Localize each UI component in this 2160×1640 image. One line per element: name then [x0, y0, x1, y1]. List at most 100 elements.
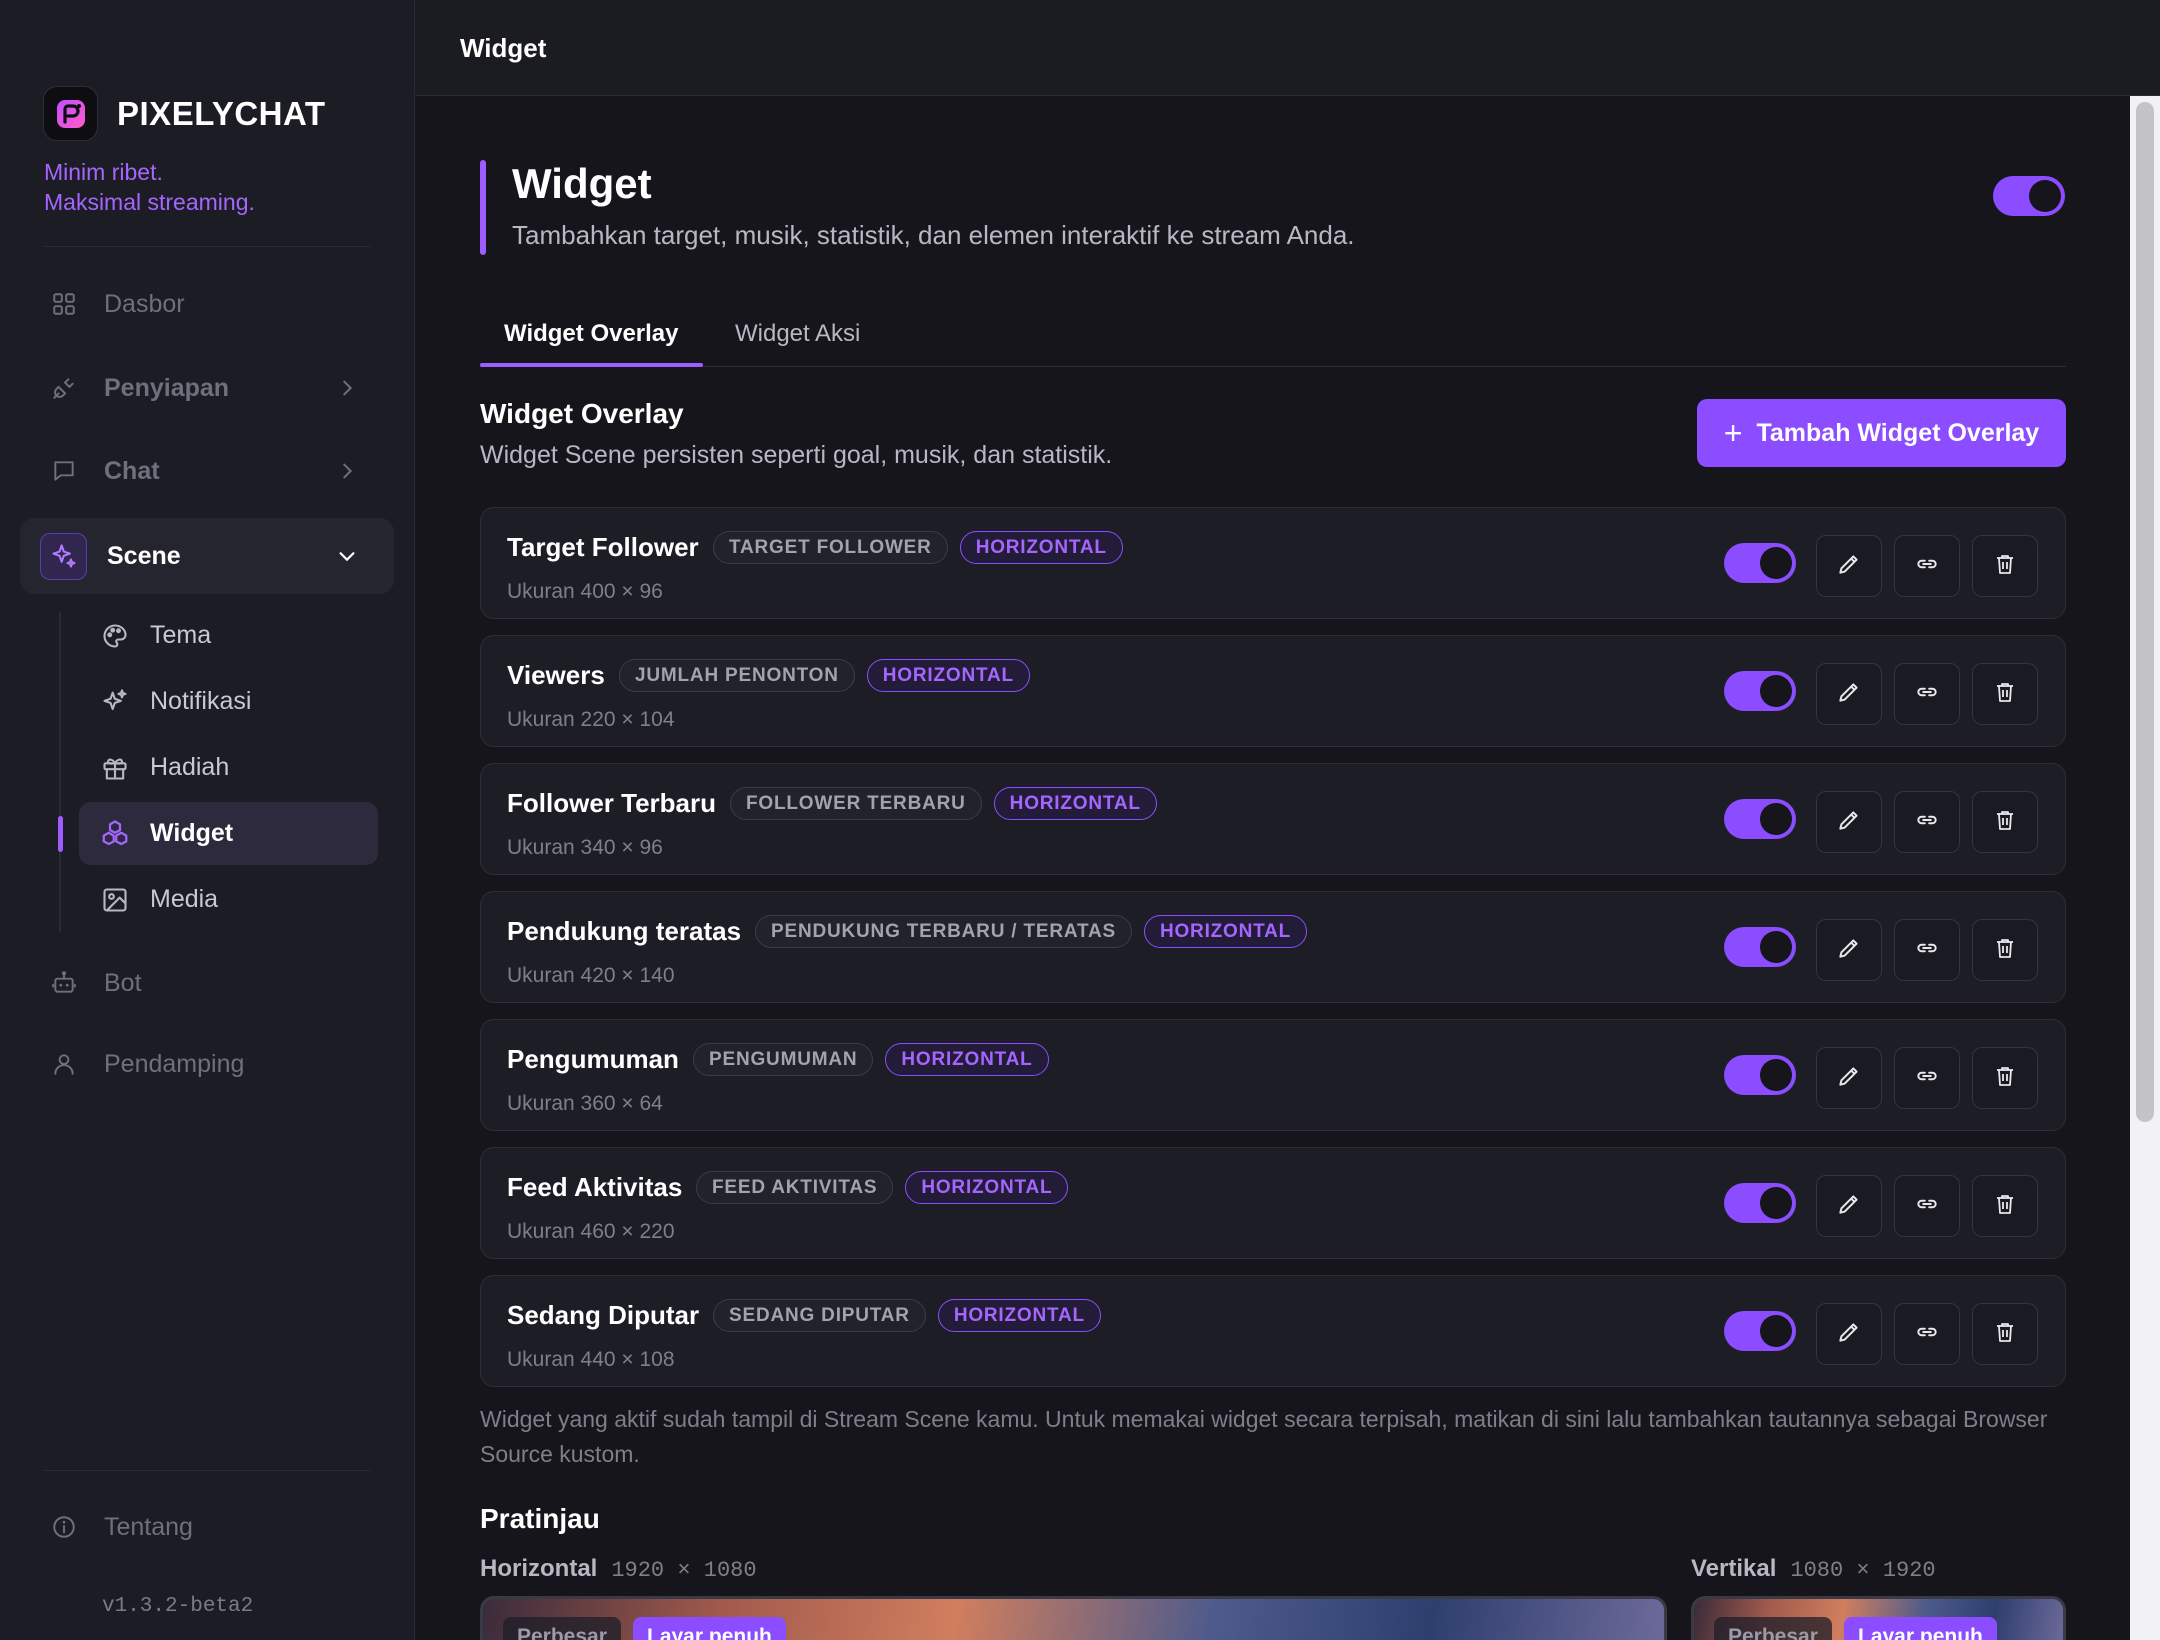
page-title: Widget — [512, 160, 652, 207]
grid-icon — [50, 290, 78, 318]
delete-widget-button[interactable] — [1972, 535, 2038, 597]
edit-widget-button[interactable] — [1816, 663, 1882, 725]
add-widget-overlay-button[interactable]: + Tambah Widget Overlay — [1697, 399, 2066, 467]
edit-widget-button[interactable] — [1816, 1047, 1882, 1109]
copy-link-button[interactable] — [1894, 1047, 1960, 1109]
tab-bar: Widget Overlay Widget Aksi — [480, 305, 2066, 367]
widget-size: Ukuran 360 × 64 — [507, 1092, 663, 1115]
widgets-master-toggle[interactable] — [1993, 176, 2065, 216]
page-title-accent — [480, 160, 486, 255]
widget-orientation-badge: HORIZONTAL — [937, 1299, 1101, 1332]
preview-horizontal-label: Horizontal 1920 × 1080 — [480, 1555, 757, 1583]
widget-name: Feed Aktivitas — [507, 1172, 683, 1202]
sidebar-item-penyiapan[interactable]: Penyiapan — [20, 350, 394, 426]
widget-tags: FOLLOWER TERBARU HORIZONTAL — [730, 787, 1157, 820]
widget-type-badge: PENDUKUNG TERBARU / TERATAS — [755, 915, 1132, 948]
tagline-line-1: Minim ribet. — [44, 159, 163, 185]
copy-link-button[interactable] — [1894, 791, 1960, 853]
widget-orientation-badge: HORIZONTAL — [885, 1043, 1049, 1076]
edit-widget-button[interactable] — [1816, 791, 1882, 853]
pencil-icon — [1836, 807, 1862, 838]
page-subtitle: Tambahkan target, musik, statistik, dan … — [512, 220, 1355, 250]
app-tagline: Minim ribet. Maksimal streaming. — [44, 157, 255, 217]
copy-link-button[interactable] — [1894, 919, 1960, 981]
widget-enable-toggle[interactable] — [1724, 671, 1796, 711]
sidebar-item-chat[interactable]: Chat — [20, 433, 394, 509]
sidebar-subitem-widget[interactable]: Widget — [79, 802, 378, 865]
edit-widget-button[interactable] — [1816, 535, 1882, 597]
widget-tags: FEED AKTIVITAS HORIZONTAL — [696, 1171, 1069, 1204]
preview-horizontal-name: Horizontal — [480, 1555, 598, 1582]
widget-enable-toggle[interactable] — [1724, 1311, 1796, 1351]
chevron-down-icon — [339, 552, 355, 562]
pencil-icon — [1836, 1191, 1862, 1222]
plug-icon — [50, 374, 78, 402]
preview-horizontal-frame[interactable]: Perbesar Layar penuh — [480, 1596, 1667, 1640]
delete-widget-button[interactable] — [1972, 1303, 2038, 1365]
sidebar-subitem-label: Notifikasi — [150, 687, 252, 715]
sidebar-item-tentang[interactable]: Tentang — [20, 1489, 394, 1565]
trash-icon — [1993, 680, 2017, 709]
widget-orientation-badge: HORIZONTAL — [1143, 915, 1308, 948]
preview-zoom-button[interactable]: Perbesar — [503, 1617, 621, 1640]
topbar-title: Widget — [460, 33, 547, 63]
sidebar-subitem-tema[interactable]: Tema — [79, 604, 378, 667]
link-icon — [1914, 935, 1940, 966]
link-icon — [1914, 1319, 1940, 1350]
delete-widget-button[interactable] — [1972, 1175, 2038, 1237]
widget-type-badge: SEDANG DIPUTAR — [713, 1299, 926, 1332]
bot-icon — [50, 969, 78, 997]
tab-widget-aksi[interactable]: Widget Aksi — [735, 320, 860, 348]
widget-size: Ukuran 400 × 96 — [507, 580, 663, 603]
copy-link-button[interactable] — [1894, 1175, 1960, 1237]
copy-link-button[interactable] — [1894, 1303, 1960, 1365]
brand[interactable]: PIXELYCHAT — [43, 86, 326, 141]
widget-tags: JUMLAH PENONTON HORIZONTAL — [619, 659, 1030, 692]
copy-link-button[interactable] — [1894, 535, 1960, 597]
tab-widget-overlay[interactable]: Widget Overlay — [504, 320, 679, 348]
edit-widget-button[interactable] — [1816, 919, 1882, 981]
widget-enable-toggle[interactable] — [1724, 1183, 1796, 1223]
trash-icon — [1993, 1192, 2017, 1221]
sidebar-item-label: Scene — [107, 541, 181, 570]
gift-icon — [100, 753, 130, 783]
link-icon — [1914, 807, 1940, 838]
widget-name: Target Follower — [507, 532, 699, 562]
sidebar-item-dasbor[interactable]: Dasbor — [20, 266, 394, 342]
sidebar-subitem-hadiah[interactable]: Hadiah — [79, 736, 378, 799]
widget-size: Ukuran 420 × 140 — [507, 964, 675, 987]
copy-link-button[interactable] — [1894, 663, 1960, 725]
trash-icon — [1993, 1064, 2017, 1093]
trash-icon — [1993, 1320, 2017, 1349]
sidebar-subitem-notifikasi[interactable]: Notifikasi — [79, 670, 378, 733]
preview-fullscreen-button[interactable]: Layar penuh — [1844, 1617, 1997, 1640]
widget-row: Follower Terbaru FOLLOWER TERBARU HORIZONT… — [480, 763, 2066, 875]
delete-widget-button[interactable] — [1972, 791, 2038, 853]
delete-widget-button[interactable] — [1972, 1047, 2038, 1109]
preview-vertical-frame[interactable]: Perbesar Layar penuh — [1691, 1596, 2066, 1640]
edit-widget-button[interactable] — [1816, 1303, 1882, 1365]
widget-orientation-badge: HORIZONTAL — [959, 531, 1123, 564]
sidebar-item-pendamping[interactable]: Pendamping — [20, 1026, 394, 1102]
section-title: Widget Overlay — [480, 398, 684, 429]
widget-enable-toggle[interactable] — [1724, 799, 1796, 839]
edit-widget-button[interactable] — [1816, 1175, 1882, 1237]
preview-zoom-button[interactable]: Perbesar — [1714, 1617, 1832, 1640]
sidebar-item-scene[interactable]: Scene — [20, 518, 394, 594]
widget-enable-toggle[interactable] — [1724, 927, 1796, 967]
preview-horizontal-dims: 1920 × 1080 — [611, 1558, 757, 1583]
user-icon — [50, 1050, 78, 1078]
widget-orientation-badge: HORIZONTAL — [993, 787, 1157, 820]
widget-type-badge: FOLLOWER TERBARU — [730, 787, 982, 820]
preview-fullscreen-button[interactable]: Layar penuh — [633, 1617, 786, 1640]
delete-widget-button[interactable] — [1972, 919, 2038, 981]
subtree-line — [59, 612, 61, 932]
widget-enable-toggle[interactable] — [1724, 543, 1796, 583]
sidebar-item-bot[interactable]: Bot — [20, 945, 394, 1021]
preview-vertical-dims: 1080 × 1920 — [1790, 1558, 1936, 1583]
sidebar-subitem-media[interactable]: Media — [79, 868, 378, 931]
widget-size: Ukuran 440 × 108 — [507, 1348, 675, 1371]
scrollbar-thumb[interactable] — [2136, 102, 2154, 1122]
delete-widget-button[interactable] — [1972, 663, 2038, 725]
widget-enable-toggle[interactable] — [1724, 1055, 1796, 1095]
